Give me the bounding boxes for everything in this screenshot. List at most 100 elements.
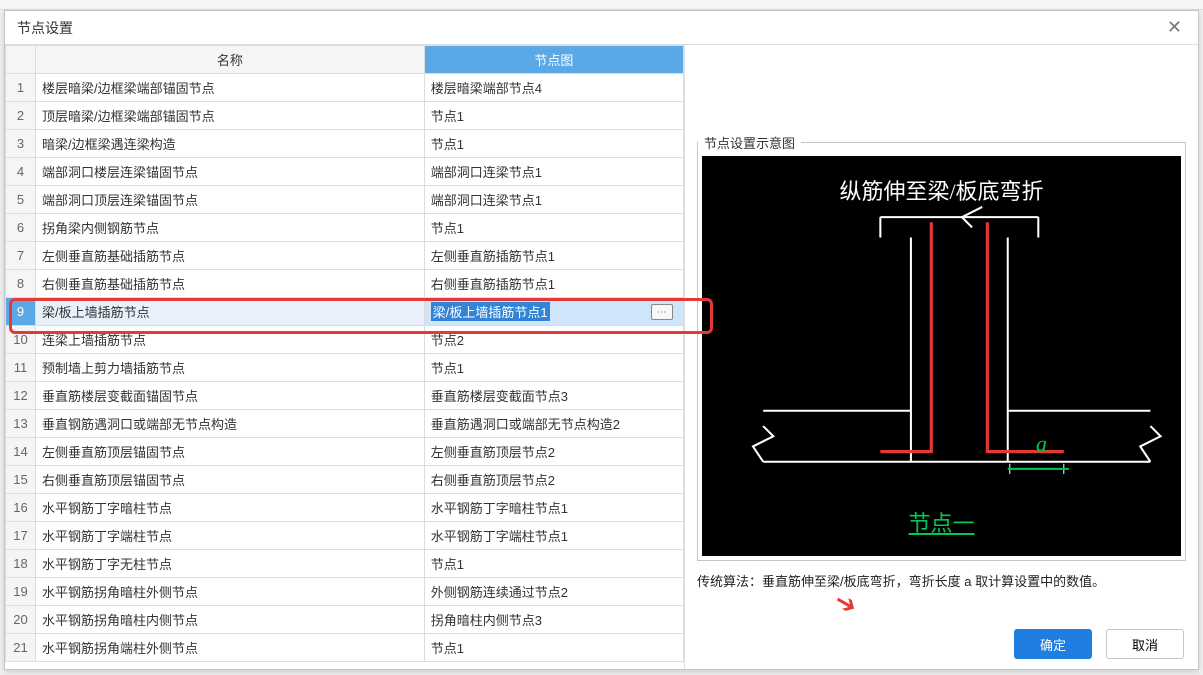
cell-name[interactable]: 水平钢筋丁字端柱节点	[35, 522, 424, 550]
preview-pane: 节点设置示意图 纵筋伸至梁/板底弯折	[685, 45, 1198, 669]
cell-node[interactable]: 楼层暗梁端部节点4	[424, 74, 683, 102]
cell-name[interactable]: 水平钢筋拐角暗柱内侧节点	[35, 606, 424, 634]
cell-name[interactable]: 左侧垂直筋顶层锚固节点	[35, 438, 424, 466]
node-editor[interactable]: 梁/板上墙插筋节点1 ⋯	[431, 302, 677, 321]
table-row[interactable]: 19水平钢筋拐角暗柱外侧节点外侧钢筋连续通过节点2	[6, 578, 684, 606]
cell-node[interactable]: 右侧垂直筋顶层节点2	[424, 466, 683, 494]
cell-node[interactable]: 节点1	[424, 550, 683, 578]
cancel-button[interactable]: 取消	[1106, 629, 1184, 659]
cell-node[interactable]: 水平钢筋丁字暗柱节点1	[424, 494, 683, 522]
diagram-svg	[702, 156, 1181, 564]
cell-node[interactable]: 右侧垂直筋插筋节点1	[424, 270, 683, 298]
cell-name[interactable]: 梁/板上墙插筋节点	[35, 298, 424, 326]
node-settings-dialog: 节点设置 ✕ 名称 节点图 1楼层暗梁/边框梁端部锚固节点楼层暗梁端部节点42顶…	[4, 10, 1199, 670]
col-node[interactable]: 节点图	[424, 46, 683, 74]
table-row[interactable]: 15右侧垂直筋顶层锚固节点右侧垂直筋顶层节点2	[6, 466, 684, 494]
preview-legend: 节点设置示意图	[698, 133, 801, 152]
table-row[interactable]: 10连梁上墙插筋节点节点2	[6, 326, 684, 354]
cell-name[interactable]: 水平钢筋丁字暗柱节点	[35, 494, 424, 522]
table-header-row: 名称 节点图	[6, 46, 684, 74]
row-index: 3	[6, 130, 36, 158]
ellipsis-button[interactable]: ⋯	[651, 304, 673, 320]
cell-name[interactable]: 预制墙上剪力墙插筋节点	[35, 354, 424, 382]
table-row[interactable]: 11预制墙上剪力墙插筋节点节点1	[6, 354, 684, 382]
row-index: 1	[6, 74, 36, 102]
preview-group: 节点设置示意图 纵筋伸至梁/板底弯折	[697, 133, 1186, 561]
cell-node[interactable]: 左侧垂直筋顶层节点2	[424, 438, 683, 466]
col-index	[6, 46, 36, 74]
table-row[interactable]: 8右侧垂直筋基础插筋节点右侧垂直筋插筋节点1	[6, 270, 684, 298]
table-row[interactable]: 16水平钢筋丁字暗柱节点水平钢筋丁字暗柱节点1	[6, 494, 684, 522]
node-table: 名称 节点图 1楼层暗梁/边框梁端部锚固节点楼层暗梁端部节点42顶层暗梁/边框梁…	[5, 45, 684, 662]
table-row[interactable]: 5端部洞口顶层连梁锚固节点端部洞口连梁节点1	[6, 186, 684, 214]
cell-node[interactable]: 拐角暗柱内侧节点3	[424, 606, 683, 634]
cell-node[interactable]: 节点2	[424, 326, 683, 354]
cell-name[interactable]: 端部洞口顶层连梁锚固节点	[35, 186, 424, 214]
row-index: 13	[6, 410, 36, 438]
cell-name[interactable]: 楼层暗梁/边框梁端部锚固节点	[35, 74, 424, 102]
table-row[interactable]: 1楼层暗梁/边框梁端部锚固节点楼层暗梁端部节点4	[6, 74, 684, 102]
table-row[interactable]: 3暗梁/边框梁遇连梁构造节点1	[6, 130, 684, 158]
row-index: 21	[6, 634, 36, 662]
table-row[interactable]: 7左侧垂直筋基础插筋节点左侧垂直筋插筋节点1	[6, 242, 684, 270]
row-index: 15	[6, 466, 36, 494]
cell-node[interactable]: 节点1	[424, 130, 683, 158]
cell-node[interactable]: 垂直筋遇洞口或端部无节点构造2	[424, 410, 683, 438]
ok-button[interactable]: 确定	[1014, 629, 1092, 659]
row-index: 7	[6, 242, 36, 270]
cell-node[interactable]: 端部洞口连梁节点1	[424, 158, 683, 186]
cell-name[interactable]: 水平钢筋拐角端柱外侧节点	[35, 634, 424, 662]
cell-node[interactable]: 节点1	[424, 102, 683, 130]
table-row[interactable]: 14左侧垂直筋顶层锚固节点左侧垂直筋顶层节点2	[6, 438, 684, 466]
table-row[interactable]: 17水平钢筋丁字端柱节点水平钢筋丁字端柱节点1	[6, 522, 684, 550]
row-index: 9	[6, 298, 36, 326]
cell-node[interactable]: 节点1	[424, 634, 683, 662]
cell-name[interactable]: 连梁上墙插筋节点	[35, 326, 424, 354]
cell-name[interactable]: 拐角梁内侧钢筋节点	[35, 214, 424, 242]
cell-node[interactable]: 梁/板上墙插筋节点1 ⋯	[424, 298, 683, 326]
table-row[interactable]: 2顶层暗梁/边框梁端部锚固节点节点1	[6, 102, 684, 130]
cell-name[interactable]: 水平钢筋丁字无柱节点	[35, 550, 424, 578]
node-editor-value: 梁/板上墙插筋节点1	[431, 302, 550, 321]
table-row[interactable]: 12垂直筋楼层变截面锚固节点垂直筋楼层变截面节点3	[6, 382, 684, 410]
table-row[interactable]: 9梁/板上墙插筋节点梁/板上墙插筋节点1 ⋯	[6, 298, 684, 326]
diagram-node-name: 节点一	[702, 506, 1181, 538]
row-index: 19	[6, 578, 36, 606]
cell-node[interactable]: 左侧垂直筋插筋节点1	[424, 242, 683, 270]
table-row[interactable]: 21水平钢筋拐角端柱外侧节点节点1	[6, 634, 684, 662]
row-index: 12	[6, 382, 36, 410]
cell-name[interactable]: 垂直筋楼层变截面锚固节点	[35, 382, 424, 410]
algorithm-description: 传统算法：垂直筋伸至梁/板底弯折，弯折长度 a 取计算设置中的数值。	[697, 571, 1186, 590]
table-row[interactable]: 4端部洞口楼层连梁锚固节点端部洞口连梁节点1	[6, 158, 684, 186]
cell-node[interactable]: 水平钢筋丁字端柱节点1	[424, 522, 683, 550]
table-row[interactable]: 20水平钢筋拐角暗柱内侧节点拐角暗柱内侧节点3	[6, 606, 684, 634]
cell-name[interactable]: 右侧垂直筋顶层锚固节点	[35, 466, 424, 494]
table-row[interactable]: 18水平钢筋丁字无柱节点节点1	[6, 550, 684, 578]
annotation-arrow-icon: ➔	[829, 585, 863, 623]
cell-node[interactable]: 节点1	[424, 354, 683, 382]
dialog-footer: 确定 取消	[1014, 629, 1184, 659]
cell-node[interactable]: 垂直筋楼层变截面节点3	[424, 382, 683, 410]
node-table-container[interactable]: 名称 节点图 1楼层暗梁/边框梁端部锚固节点楼层暗梁端部节点42顶层暗梁/边框梁…	[5, 45, 685, 669]
cell-node[interactable]: 节点1	[424, 214, 683, 242]
row-index: 16	[6, 494, 36, 522]
col-name: 名称	[35, 46, 424, 74]
cell-node[interactable]: 端部洞口连梁节点1	[424, 186, 683, 214]
table-row[interactable]: 13垂直钢筋遇洞口或端部无节点构造垂直筋遇洞口或端部无节点构造2	[6, 410, 684, 438]
row-index: 14	[6, 438, 36, 466]
cell-name[interactable]: 左侧垂直筋基础插筋节点	[35, 242, 424, 270]
app-background-strip	[0, 0, 1203, 10]
cell-name[interactable]: 端部洞口楼层连梁锚固节点	[35, 158, 424, 186]
cell-name[interactable]: 右侧垂直筋基础插筋节点	[35, 270, 424, 298]
cell-name[interactable]: 垂直钢筋遇洞口或端部无节点构造	[35, 410, 424, 438]
cell-name[interactable]: 暗梁/边框梁遇连梁构造	[35, 130, 424, 158]
table-row[interactable]: 6拐角梁内侧钢筋节点节点1	[6, 214, 684, 242]
row-index: 6	[6, 214, 36, 242]
cell-name[interactable]: 水平钢筋拐角暗柱外侧节点	[35, 578, 424, 606]
row-index: 20	[6, 606, 36, 634]
row-index: 10	[6, 326, 36, 354]
cell-node[interactable]: 外侧钢筋连续通过节点2	[424, 578, 683, 606]
cell-name[interactable]: 顶层暗梁/边框梁端部锚固节点	[35, 102, 424, 130]
close-icon[interactable]: ✕	[1163, 17, 1186, 38]
row-index: 18	[6, 550, 36, 578]
